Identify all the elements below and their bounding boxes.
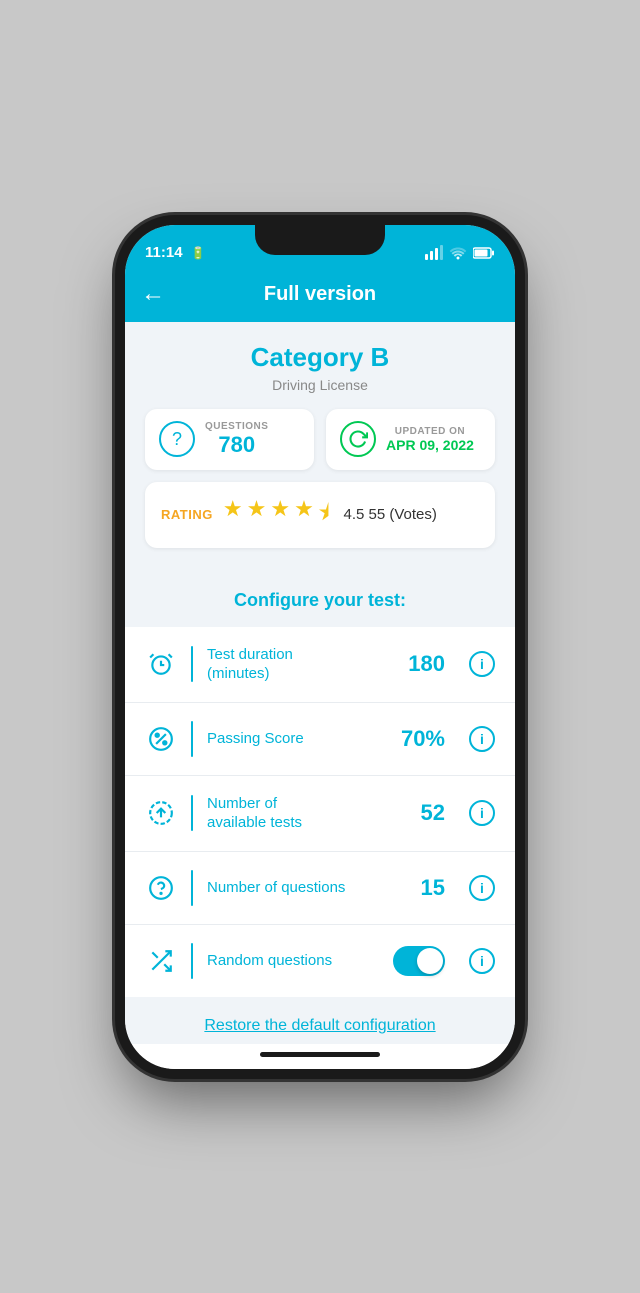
star-3: ★ (270, 496, 290, 534)
home-indicator (125, 1044, 515, 1069)
toggle-knob (417, 948, 443, 974)
passing-score-value[interactable]: 70% (395, 726, 445, 752)
test-duration-label: Test duration(minutes) (207, 645, 381, 684)
config-item-test-duration: Test duration(minutes) 180 i (125, 627, 515, 703)
config-item-available-tests: Number ofavailable tests 52 i (125, 776, 515, 852)
divider (191, 870, 193, 906)
available-tests-icon (145, 797, 177, 829)
divider (191, 943, 193, 979)
shuffle-icon (145, 945, 177, 977)
rating-label: RATING (161, 507, 213, 522)
updated-label: UPDATED ON (386, 426, 474, 437)
num-questions-value[interactable]: 15 (395, 875, 445, 901)
random-questions-toggle[interactable] (393, 946, 445, 976)
config-item-random-questions: Random questions i (125, 925, 515, 997)
stars: ★ ★ ★ ★ ⯨ (223, 496, 330, 534)
random-questions-info-button[interactable]: i (469, 948, 495, 974)
questions-value: 780 (205, 432, 268, 458)
battery-icon: 🔋 (191, 246, 206, 260)
test-duration-info-button[interactable]: i (469, 651, 495, 677)
updated-card: UPDATED ON APR 09, 2022 (326, 409, 495, 470)
config-list: Test duration(minutes) 180 i Passing Sco… (125, 627, 515, 997)
back-button[interactable]: ← (141, 280, 165, 308)
header: ← Full version (125, 273, 515, 322)
alarm-icon (145, 648, 177, 680)
questions-label: QUESTIONS (205, 421, 268, 432)
configure-title: Configure your test: (125, 574, 515, 619)
rating-text: 4.5 55 (Votes) (343, 506, 436, 523)
category-title: Category B (145, 342, 495, 373)
divider (191, 795, 193, 831)
passing-score-info-button[interactable]: i (469, 726, 495, 752)
main-content: Category B Driving License ? QUESTIONS 7… (125, 322, 515, 1044)
hero-section: Category B Driving License ? QUESTIONS 7… (125, 322, 515, 574)
time-display: 11:14 (145, 244, 183, 261)
questions-icon: ? (159, 421, 195, 457)
battery-status-icon (473, 247, 495, 259)
percent-icon (145, 723, 177, 755)
signal-icon (425, 245, 443, 260)
rating-card: RATING ★ ★ ★ ★ ⯨ 4.5 55 (Votes) (145, 482, 495, 548)
num-questions-label: Number of questions (207, 878, 381, 898)
updated-value: APR 09, 2022 (386, 437, 474, 453)
questions-card: ? QUESTIONS 780 (145, 409, 314, 470)
divider (191, 646, 193, 682)
wifi-icon (449, 246, 467, 260)
divider (191, 721, 193, 757)
home-bar (260, 1052, 380, 1057)
random-questions-label: Random questions (207, 951, 379, 971)
star-2: ★ (247, 496, 267, 534)
star-5: ⯨ (318, 496, 330, 534)
config-item-num-questions: Number of questions 15 i (125, 852, 515, 925)
star-4: ★ (294, 496, 314, 534)
restore-default-button[interactable]: Restore the default configuration (204, 1017, 435, 1034)
stats-row: ? QUESTIONS 780 UPDATED ON (145, 409, 495, 470)
category-subtitle: Driving License (145, 377, 495, 393)
num-questions-icon (145, 872, 177, 904)
num-questions-info-button[interactable]: i (469, 875, 495, 901)
updated-icon (340, 421, 376, 457)
available-tests-value[interactable]: 52 (395, 800, 445, 826)
star-1: ★ (223, 496, 243, 534)
passing-score-label: Passing Score (207, 729, 381, 749)
header-title: Full version (264, 283, 376, 306)
available-tests-info-button[interactable]: i (469, 800, 495, 826)
test-duration-value[interactable]: 180 (395, 651, 445, 677)
restore-section: Restore the default configuration (125, 997, 515, 1044)
config-item-passing-score: Passing Score 70% i (125, 703, 515, 776)
available-tests-label: Number ofavailable tests (207, 794, 381, 833)
